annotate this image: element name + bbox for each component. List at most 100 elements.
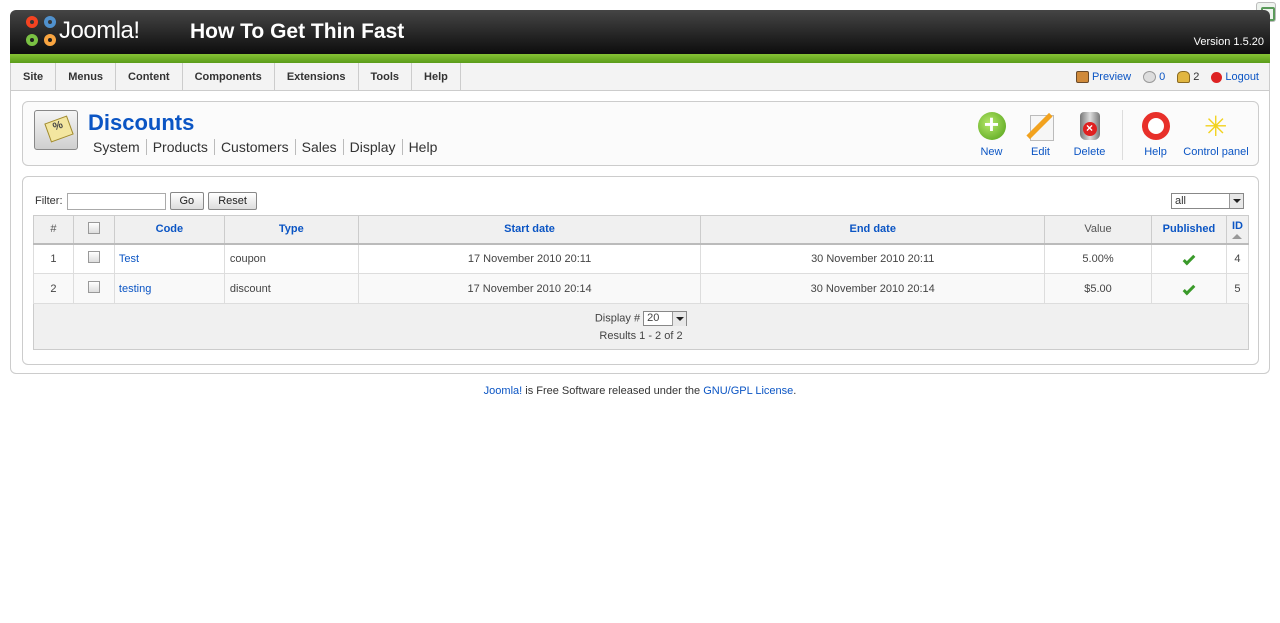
- row-code: testing: [113, 273, 225, 304]
- results-count: Results 1 - 2 of 2: [599, 330, 683, 342]
- lifebuoy-icon: [1141, 112, 1170, 140]
- new-label: New: [980, 146, 1003, 158]
- menu-site[interactable]: Site: [11, 63, 57, 90]
- chevron-down-icon: [672, 312, 687, 326]
- filter-label: Filter:: [35, 195, 63, 207]
- trash-icon: [1079, 112, 1100, 140]
- component-submenu: System Products Customers Sales Display …: [93, 139, 443, 155]
- row-id: 5: [1225, 273, 1250, 304]
- users-count: 2: [1177, 71, 1199, 83]
- discount-list-panel: Filter: Go Reset all # Code Type Start d…: [22, 176, 1259, 365]
- logo-text: Joomla!: [59, 17, 140, 44]
- row-checkbox[interactable]: [87, 251, 100, 264]
- col-id-label: ID: [1231, 219, 1243, 232]
- row-start-date: 17 November 2010 20:14: [357, 273, 702, 304]
- status-bar: Preview 0 2 Logout: [1075, 63, 1259, 91]
- footer-text: is Free Software released under the: [522, 385, 704, 397]
- discount-tag-icon: [34, 110, 78, 150]
- users-icon: [1177, 71, 1191, 83]
- toolbar-box: Discounts System Products Customers Sale…: [22, 101, 1259, 166]
- published-check-icon[interactable]: [1182, 252, 1196, 266]
- control-panel-button[interactable]: Control panel: [1180, 110, 1252, 160]
- published-check-icon[interactable]: [1182, 282, 1196, 295]
- add-icon: [977, 109, 1006, 140]
- help-button[interactable]: Help: [1131, 110, 1180, 160]
- display-limit-value: 20: [647, 312, 660, 324]
- chevron-down-icon: [1229, 194, 1243, 208]
- menu-help[interactable]: Help: [412, 63, 461, 90]
- row-type: discount: [223, 273, 359, 304]
- col-select-all: [72, 215, 115, 245]
- menu-extensions[interactable]: Extensions: [275, 63, 359, 90]
- row-start-date: 17 November 2010 20:11: [357, 243, 702, 274]
- admin-header: Joomla! How To Get Thin Fast Version 1.5…: [10, 10, 1270, 54]
- row-end-date: 30 November 2010 20:11: [700, 243, 1046, 274]
- row-type: coupon: [223, 243, 359, 274]
- col-start-date[interactable]: Start date: [357, 215, 702, 245]
- row-code-link[interactable]: Test: [119, 253, 139, 265]
- col-code[interactable]: Code: [113, 215, 225, 245]
- submenu-customers[interactable]: Customers: [215, 139, 296, 155]
- select-all-checkbox[interactable]: [87, 221, 100, 234]
- submenu-products[interactable]: Products: [147, 139, 215, 155]
- col-published[interactable]: Published: [1150, 215, 1227, 245]
- row-id: 4: [1225, 243, 1250, 274]
- row-published: [1150, 243, 1227, 274]
- joomla-logo-icon: [26, 16, 56, 46]
- menu-components[interactable]: Components: [183, 63, 275, 90]
- row-end-date: 30 November 2010 20:14: [700, 273, 1046, 304]
- submenu-display[interactable]: Display: [344, 139, 403, 155]
- logout-icon: [1211, 71, 1223, 83]
- row-checkbox[interactable]: [87, 281, 100, 293]
- filter-row: Filter: Go Reset: [35, 192, 257, 210]
- row-value: $5.00: [1044, 273, 1152, 304]
- row-code-link[interactable]: testing: [119, 283, 151, 295]
- col-num: #: [33, 215, 74, 245]
- table-header-row: # Code Type Start date End date Value Pu…: [33, 215, 1250, 245]
- pencil-icon: [1027, 112, 1055, 141]
- display-limit: Display # 20: [34, 311, 1248, 326]
- toolbar-divider: [1122, 110, 1123, 160]
- go-button[interactable]: Go: [169, 192, 205, 210]
- col-id[interactable]: ID: [1225, 215, 1250, 245]
- preview-link[interactable]: Preview: [1075, 71, 1131, 83]
- site-title: How To Get Thin Fast: [190, 20, 405, 43]
- display-limit-select[interactable]: 20: [643, 311, 688, 326]
- delete-label: Delete: [1073, 146, 1106, 158]
- row-value: 5.00%: [1044, 243, 1152, 274]
- main-menu: Site Menus Content Components Extensions…: [10, 63, 1270, 91]
- delete-button[interactable]: Delete: [1065, 110, 1114, 160]
- page-title: Discounts: [88, 110, 195, 135]
- edit-button[interactable]: Edit: [1016, 110, 1065, 160]
- control-panel-icon: [1202, 110, 1230, 143]
- help-label: Help: [1144, 146, 1167, 158]
- row-num: 2: [33, 273, 74, 304]
- reset-button[interactable]: Reset: [208, 192, 257, 210]
- filter-input[interactable]: [66, 192, 166, 210]
- menu-content[interactable]: Content: [116, 63, 183, 90]
- submenu-help[interactable]: Help: [403, 139, 444, 155]
- header-stripe: [10, 54, 1270, 63]
- page-footer: Joomla! is Free Software released under …: [0, 385, 1280, 397]
- menu-menus[interactable]: Menus: [56, 63, 117, 90]
- footer-dot: .: [793, 385, 797, 397]
- state-filter-value: all: [1175, 195, 1187, 207]
- col-end-date[interactable]: End date: [700, 215, 1046, 245]
- pagination-row: Display # 20 Results 1 - 2 of 2: [33, 303, 1249, 350]
- logout-link[interactable]: Logout: [1211, 71, 1259, 83]
- messages-link[interactable]: 0: [1143, 71, 1165, 83]
- discounts-table: # Code Type Start date End date Value Pu…: [33, 215, 1250, 350]
- submenu-sales[interactable]: Sales: [296, 139, 344, 155]
- state-filter-select[interactable]: all: [1171, 193, 1244, 209]
- col-value: Value: [1044, 215, 1152, 245]
- new-button[interactable]: New: [967, 109, 1016, 160]
- col-type[interactable]: Type: [223, 215, 359, 245]
- joomla-link[interactable]: Joomla!: [484, 385, 523, 397]
- toolbar-buttons: New Edit Delete Help Control panel: [967, 109, 1252, 160]
- messages-icon: [1143, 71, 1157, 83]
- row-select: [72, 273, 115, 304]
- menu-tools[interactable]: Tools: [359, 63, 413, 90]
- license-link[interactable]: GNU/GPL License: [703, 385, 793, 397]
- submenu-system[interactable]: System: [93, 139, 147, 155]
- preview-icon: [1075, 71, 1089, 83]
